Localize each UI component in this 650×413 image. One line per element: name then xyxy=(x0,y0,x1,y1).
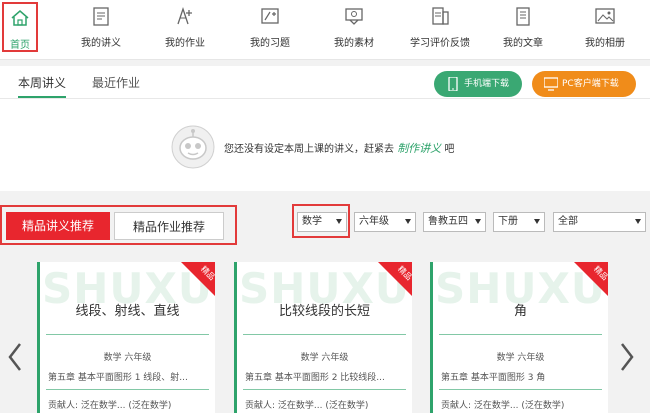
card-title: 角 xyxy=(513,304,527,319)
card-chapter: 第五章 基本平面图形 3 角 xyxy=(441,373,546,383)
chapter-select[interactable]: 全部 xyxy=(553,212,646,232)
empty-state: 您还没有设定本周上课的讲义，赶紧去 制作讲义 吧 xyxy=(170,124,570,174)
nav-label: 我的讲义 xyxy=(81,38,121,49)
feedback-icon xyxy=(432,7,449,25)
card-subject: 数学 六年级 xyxy=(496,353,545,363)
recommend-tabs: 精品讲义推荐 精品作业推荐 xyxy=(0,205,237,245)
lecture-icon xyxy=(93,7,109,26)
chevron-down-icon xyxy=(534,219,540,224)
homework-icon xyxy=(177,6,192,25)
card-divider xyxy=(243,334,406,335)
tab-featured-lectures[interactable]: 精品讲义推荐 xyxy=(6,212,110,240)
chevron-down-icon xyxy=(475,219,481,224)
card-divider xyxy=(243,389,406,390)
pc-download-label: PC客户端下载 xyxy=(562,79,619,89)
carousel-next-icon[interactable] xyxy=(618,340,636,374)
top-navigation: 首页 我的讲义 我的作业 我的习题 我的素材 学习评价反馈 我的文章 我的相册 xyxy=(0,0,650,60)
card-subject: 数学 六年级 xyxy=(300,353,349,363)
lecture-card[interactable]: SHUXUE 精品 角 数学 六年级 第五章 基本平面图形 3 角 贡献人: 泛… xyxy=(430,262,608,413)
empty-message-text: 您还没有设定本周上课的讲义，赶紧去 xyxy=(224,144,394,155)
chevron-down-icon xyxy=(405,219,411,224)
lecture-card[interactable]: SHUXUE 精品 线段、射线、直线 数学 六年级 第五章 基本平面图形 1 线… xyxy=(37,262,215,413)
nav-item-materials[interactable]: 我的素材 xyxy=(321,0,387,60)
volume-select-value: 下册 xyxy=(498,216,518,227)
nav-label: 首页 xyxy=(10,40,30,51)
grade-select-value: 六年级 xyxy=(359,216,389,227)
article-icon xyxy=(516,7,530,26)
edition-select[interactable]: 鲁教五四 xyxy=(423,212,486,232)
exercise-icon xyxy=(261,8,279,24)
card-divider xyxy=(46,389,209,390)
nav-item-album[interactable]: 我的相册 xyxy=(572,0,638,60)
nav-item-homework[interactable]: 我的作业 xyxy=(152,0,218,60)
mobile-download-label: 手机端下载 xyxy=(464,79,510,89)
nav-item-exercises[interactable]: 我的习题 xyxy=(237,0,303,60)
chapter-select-value: 全部 xyxy=(558,216,578,227)
card-chapter: 第五章 基本平面图形 2 比较线段... xyxy=(245,373,385,383)
nav-label: 我的文章 xyxy=(503,38,543,49)
phone-icon xyxy=(448,77,458,91)
create-lecture-link[interactable]: 制作讲义 xyxy=(397,142,441,155)
album-icon xyxy=(595,8,615,24)
tab-recent-homework[interactable]: 最近作业 xyxy=(92,66,140,98)
featured-badge: 精品 xyxy=(574,262,608,296)
home-icon xyxy=(11,10,29,26)
nav-label: 我的作业 xyxy=(165,38,205,49)
card-chapter: 第五章 基本平面图形 1 线段、射... xyxy=(48,373,188,383)
subject-select-highlight xyxy=(292,204,350,238)
page: { "nav": { "items": [ {"label": "首页", "i… xyxy=(0,0,650,413)
card-title: 比较线段的长短 xyxy=(278,304,370,319)
lecture-card[interactable]: SHUXUE 精品 比较线段的长短 数学 六年级 第五章 基本平面图形 2 比较… xyxy=(234,262,412,413)
weekly-lecture-panel: 本周讲义 最近作业 手机端下载 PC客户端下载 您还没有设定本周上课的讲义，赶紧… xyxy=(0,66,650,191)
nav-label: 我的习题 xyxy=(250,38,290,49)
tabs-divider xyxy=(0,98,650,99)
mobile-download-button[interactable]: 手机端下载 xyxy=(434,71,522,97)
tab-weekly-lectures[interactable]: 本周讲义 xyxy=(18,66,67,98)
featured-badge: 精品 xyxy=(181,262,215,296)
nav-label: 学习评价反馈 xyxy=(410,38,470,49)
card-divider xyxy=(46,334,209,335)
card-divider xyxy=(439,389,602,390)
chevron-down-icon xyxy=(635,219,641,224)
nav-item-feedback[interactable]: 学习评价反馈 xyxy=(405,0,475,60)
empty-message: 您还没有设定本周上课的讲义，赶紧去 制作讲义 吧 xyxy=(224,140,454,156)
card-title: 线段、射线、直线 xyxy=(75,304,180,319)
material-icon xyxy=(345,8,363,25)
featured-badge: 精品 xyxy=(378,262,412,296)
empty-message-suffix: 吧 xyxy=(444,144,455,155)
nav-item-home[interactable]: 首页 xyxy=(2,2,38,52)
volume-select[interactable]: 下册 xyxy=(493,212,545,232)
card-contributor: 贡献人: 泛在数学... (泛在数学) xyxy=(48,401,172,411)
carousel-prev-icon[interactable] xyxy=(6,340,24,374)
nav-label: 我的素材 xyxy=(334,38,374,49)
card-subject: 数学 六年级 xyxy=(103,353,152,363)
nav-label: 我的相册 xyxy=(585,38,625,49)
edition-select-value: 鲁教五四 xyxy=(428,216,468,227)
card-contributor: 贡献人: 泛在数学... (泛在数学) xyxy=(441,401,565,411)
robot-mascot-icon xyxy=(171,125,215,169)
tab-featured-homework[interactable]: 精品作业推荐 xyxy=(114,212,224,240)
card-divider xyxy=(439,334,602,335)
monitor-icon xyxy=(544,77,558,91)
nav-item-articles[interactable]: 我的文章 xyxy=(490,0,556,60)
nav-item-lectures[interactable]: 我的讲义 xyxy=(68,0,134,60)
grade-select[interactable]: 六年级 xyxy=(354,212,416,232)
card-contributor: 贡献人: 泛在数学... (泛在数学) xyxy=(245,401,369,411)
pc-download-button[interactable]: PC客户端下载 xyxy=(532,71,636,97)
